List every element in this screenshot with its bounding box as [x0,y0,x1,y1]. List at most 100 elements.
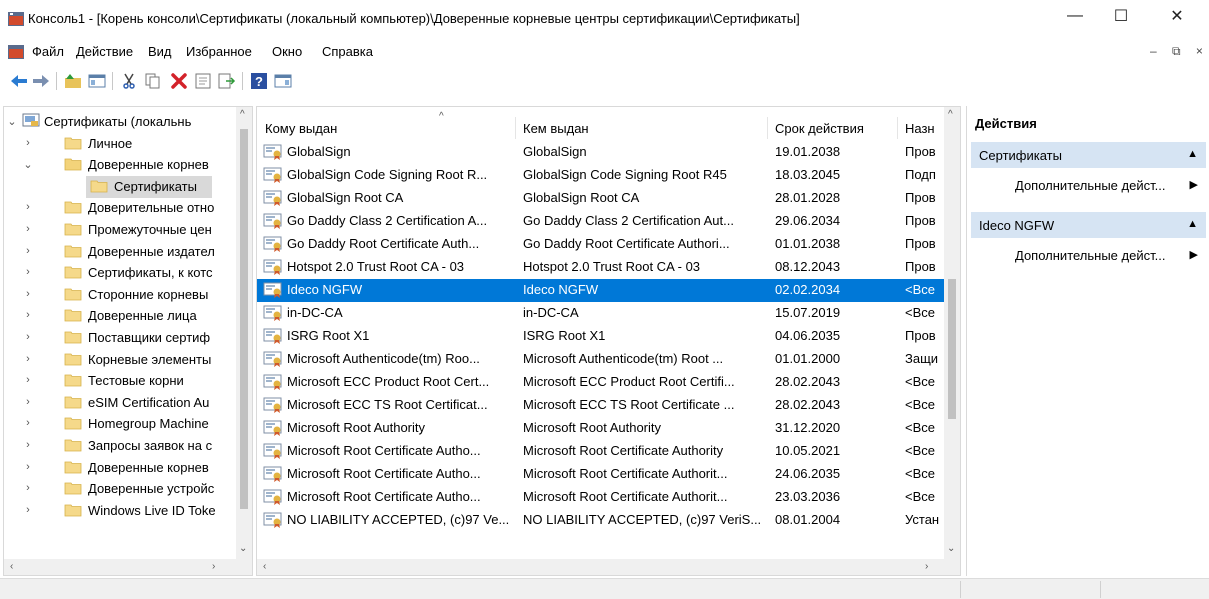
expand-chevron-icon[interactable]: › [22,504,34,516]
tree-item[interactable]: › Личное [4,133,244,155]
scroll-right-arrow-icon[interactable]: › [212,561,215,572]
table-row[interactable]: Microsoft Root Certificate Autho... Micro… [257,440,947,463]
table-row[interactable]: Hotspot 2.0 Trust Root CA - 03 Hotspot 2.… [257,256,947,279]
scrollbar-thumb[interactable] [240,129,248,509]
table-row[interactable]: Go Daddy Class 2 Certification A... Go Da… [257,210,947,233]
scroll-down-arrow-icon[interactable]: ⌄ [947,543,955,554]
collapse-triangle-icon[interactable]: ▲ [1187,148,1198,160]
more-actions-ideco[interactable]: Дополнительные дейст... ▶ [971,242,1206,268]
more-actions-certificates[interactable]: Дополнительные дейст... ▶ [971,172,1206,198]
tree-item[interactable]: › Корневые элементы [4,349,244,371]
up-level-button[interactable] [62,70,84,92]
table-row[interactable]: Go Daddy Root Certificate Auth... Go Dadd… [257,233,947,256]
table-row[interactable]: GlobalSign Root CA GlobalSign Root CA 28.0… [257,187,947,210]
tree-item[interactable]: › Сторонние корневы [4,284,244,306]
menu-window[interactable]: Окно [272,44,302,59]
tree-item[interactable]: › eSIM Certification Au [4,392,244,414]
expand-chevron-icon[interactable]: › [22,482,34,494]
column-issued-to[interactable]: Кому выдан [265,121,337,136]
table-row[interactable]: in-DC-CA in-DC-CA 15.07.2019 <Все [257,302,947,325]
tree-item[interactable]: › Тестовые корни [4,370,244,392]
tree-item[interactable]: Сертификаты [4,175,244,198]
tree-horizontal-scrollbar[interactable]: ‹ › [4,559,252,575]
show-hide-action-pane-button[interactable] [272,70,294,92]
close-button[interactable]: ✕ [1154,0,1200,32]
tree-item[interactable]: › Windows Live ID Toke [4,500,244,522]
menu-help[interactable]: Справка [322,44,373,59]
show-hide-tree-button[interactable] [86,70,108,92]
expand-chevron-icon[interactable]: › [22,245,34,257]
export-list-button[interactable] [216,70,238,92]
table-row[interactable]: GlobalSign GlobalSign 19.01.2038 Пров [257,141,947,164]
list-horizontal-scrollbar[interactable]: ‹ › [257,559,960,575]
column-issued-by[interactable]: Кем выдан [523,121,589,136]
table-row[interactable]: GlobalSign Code Signing Root R... GlobalS… [257,164,947,187]
scroll-up-arrow-icon[interactable]: ^ [240,109,245,120]
table-row[interactable]: ISRG Root X1 ISRG Root X1 04.06.2035 Пров [257,325,947,348]
tree-item[interactable]: › Промежуточные цен [4,219,244,241]
tree-item[interactable]: › Запросы заявок на с [4,435,244,457]
expand-chevron-icon[interactable]: › [22,331,34,343]
mmc-menu-icon[interactable] [8,45,24,59]
table-row[interactable]: Microsoft Root Certificate Autho... Micro… [257,463,947,486]
menu-action[interactable]: Действие [76,44,133,59]
tree-item[interactable]: › Поставщики сертиф [4,327,244,349]
tree-item[interactable]: › Доверенные корнев [4,457,244,479]
tree-vertical-scrollbar[interactable]: ^ ⌄ [236,107,252,559]
scroll-left-arrow-icon[interactable]: ‹ [10,561,13,572]
table-row[interactable]: Microsoft ECC Product Root Cert... Micros… [257,371,947,394]
tree-item[interactable]: › Homegroup Machine [4,413,244,435]
tree-item-root[interactable]: ⌄ Сертификаты (локальнь [4,111,244,133]
column-purpose[interactable]: Назн [905,121,935,136]
expand-chevron-icon[interactable]: › [22,417,34,429]
tree-item[interactable]: › Доверенные устройс [4,478,244,500]
column-divider[interactable] [767,117,768,139]
menu-file[interactable]: Файл [32,44,64,59]
cut-button[interactable] [118,70,140,92]
tree-item[interactable]: › Доверенные издател [4,241,244,263]
expand-chevron-icon[interactable]: › [22,201,34,213]
actions-section-certificates[interactable]: Сертификаты ▲ [971,142,1206,168]
table-row[interactable]: NO LIABILITY ACCEPTED, (c)97 Ve... NO LIA… [257,509,947,532]
expand-chevron-icon[interactable]: › [22,309,34,321]
expand-chevron-icon[interactable]: › [22,439,34,451]
table-row[interactable]: Ideco NGFW Ideco NGFW 02.02.2034 <Все [257,279,947,302]
tree-item[interactable]: ⌄ Доверенные корнев [4,154,244,176]
collapse-triangle-icon[interactable]: ▲ [1187,218,1198,230]
expand-chevron-icon[interactable]: › [22,461,34,473]
list-vertical-scrollbar[interactable]: ^ ⌄ [944,107,960,559]
column-divider[interactable] [515,117,516,139]
forward-button[interactable] [30,70,52,92]
maximize-button[interactable]: ☐ [1098,0,1144,32]
expand-chevron-icon[interactable]: › [22,353,34,365]
table-row[interactable]: Microsoft Root Authority Microsoft Root A… [257,417,947,440]
actions-section-ideco[interactable]: Ideco NGFW ▲ [971,212,1206,238]
table-row[interactable]: Microsoft Root Certificate Autho... Micro… [257,486,947,509]
table-row[interactable]: Microsoft Authenticode(tm) Roo... Microso… [257,348,947,371]
expand-chevron-icon[interactable]: › [22,223,34,235]
expand-chevron-icon[interactable]: ⌄ [6,115,18,128]
expand-chevron-icon[interactable]: › [22,266,34,278]
scrollbar-thumb[interactable] [948,279,956,419]
menu-view[interactable]: Вид [148,44,172,59]
copy-button[interactable] [142,70,164,92]
scroll-up-arrow-icon[interactable]: ^ [948,109,953,120]
column-expiration[interactable]: Срок действия [775,121,864,136]
table-row[interactable]: Microsoft ECC TS Root Certificat... Micro… [257,394,947,417]
tree-item[interactable]: › Доверительные отно [4,197,244,219]
minimize-button[interactable]: — [1052,0,1098,32]
back-button[interactable] [8,70,30,92]
expand-chevron-icon[interactable]: › [22,288,34,300]
scroll-down-arrow-icon[interactable]: ⌄ [239,543,247,554]
expand-chevron-icon[interactable]: › [22,374,34,386]
expand-chevron-icon[interactable]: › [22,137,34,149]
help-button[interactable]: ? [248,70,270,92]
mdi-controls[interactable]: – ⧉ × [1150,44,1209,59]
tree-item[interactable]: › Сертификаты, к котс [4,262,244,284]
scroll-left-arrow-icon[interactable]: ‹ [263,561,266,572]
delete-button[interactable] [168,70,190,92]
tree-item[interactable]: › Доверенные лица [4,305,244,327]
column-divider[interactable] [897,117,898,139]
expand-chevron-icon[interactable]: ⌄ [22,158,34,171]
menu-favorites[interactable]: Избранное [186,44,252,59]
